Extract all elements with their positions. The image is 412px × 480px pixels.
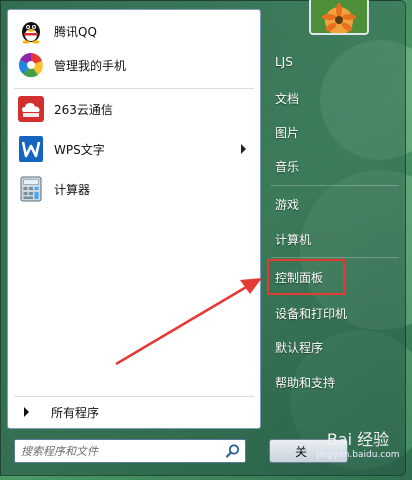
- annotation-arrow: [115, 278, 262, 366]
- watermark-brand: Bai 经验: [326, 430, 390, 449]
- baidu-watermark: Bai 经验 jingyan.baidu.com: [306, 426, 410, 470]
- watermark-url: jingyan.baidu.com: [316, 450, 400, 460]
